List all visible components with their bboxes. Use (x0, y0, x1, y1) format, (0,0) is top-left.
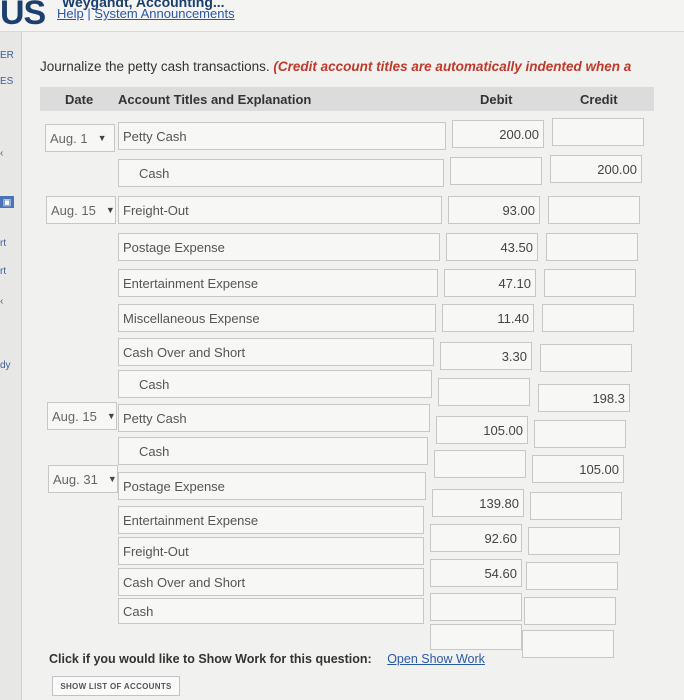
top-bar: US Weygandt, Accounting... Help | System… (0, 0, 684, 32)
account-input[interactable]: Cash Over and Short (118, 338, 434, 366)
credit-input[interactable] (528, 527, 620, 555)
debit-input[interactable]: 54.60 (430, 559, 522, 587)
help-link[interactable]: Help (57, 6, 84, 21)
date-select[interactable]: Aug. 1 ▼ (45, 124, 115, 152)
debit-input[interactable]: 93.00 (448, 196, 540, 224)
account-input[interactable]: Postage Expense (118, 472, 426, 500)
debit-input[interactable]: 47.10 (444, 269, 536, 297)
date-select[interactable]: Aug. 31 ▼ (48, 465, 118, 493)
date-value: Aug. 15 (51, 202, 96, 218)
debit-input[interactable] (438, 378, 530, 406)
credit-input[interactable] (546, 233, 638, 261)
instruction-text: Journalize the petty cash transactions. … (40, 59, 684, 74)
account-input[interactable]: Petty Cash (118, 404, 430, 432)
credit-input[interactable] (540, 344, 632, 372)
show-list-of-accounts-button[interactable]: SHOW LIST OF ACCOUNTS (52, 676, 180, 696)
debit-input[interactable]: 3.30 (440, 342, 532, 370)
debit-input[interactable]: 43.50 (446, 233, 538, 261)
account-input[interactable]: Freight-Out (118, 196, 442, 224)
account-input[interactable]: Entertainment Expense (118, 506, 424, 534)
dropdown-arrow-icon: ▼ (105, 205, 115, 215)
date-select[interactable]: Aug. 15 ▼ (47, 402, 117, 430)
sidebar-badge-icon[interactable]: ▣ (0, 196, 14, 208)
debit-input[interactable] (434, 450, 526, 478)
account-input[interactable]: Cash Over and Short (118, 568, 424, 596)
debit-input[interactable]: 11.40 (442, 304, 534, 332)
debit-input[interactable]: 139.80 (432, 489, 524, 517)
account-input[interactable]: Cash (118, 159, 444, 187)
account-input[interactable]: Cash (118, 370, 432, 398)
dropdown-arrow-icon: ▼ (106, 411, 116, 421)
sidebar-item-2[interactable]: ES (0, 76, 13, 87)
date-column-header: Date (65, 92, 94, 107)
sidebar-marker-2[interactable]: ‹ (0, 296, 3, 307)
sidebar-item-1[interactable]: ER (0, 50, 14, 61)
debit-input[interactable]: 200.00 (452, 120, 544, 148)
show-work-prompt: Click if you would like to Show Work for… (49, 652, 372, 666)
credit-input[interactable] (548, 196, 640, 224)
date-value: Aug. 15 (52, 408, 97, 424)
open-show-work-link[interactable]: Open Show Work (387, 652, 485, 666)
debit-input[interactable]: 92.60 (430, 524, 522, 552)
account-input[interactable]: Postage Expense (118, 233, 440, 261)
sidebar-item-4[interactable]: rt (0, 266, 6, 277)
system-announcements-link[interactable]: System Announcements (94, 6, 234, 21)
account-input[interactable]: Petty Cash (118, 122, 446, 150)
credit-input[interactable] (534, 420, 626, 448)
credit-input[interactable] (552, 118, 644, 146)
credit-input[interactable] (526, 562, 618, 590)
dropdown-arrow-icon: ▼ (97, 133, 107, 143)
credit-input[interactable] (542, 304, 634, 332)
dropdown-arrow-icon: ▼ (107, 474, 117, 484)
debit-input[interactable] (430, 624, 522, 650)
account-input[interactable]: Freight-Out (118, 537, 424, 565)
left-sidebar: ER ES ‹ ▣ rt rt ‹ dy (0, 32, 22, 700)
credit-input[interactable] (530, 492, 622, 520)
show-work-row: Click if you would like to Show Work for… (49, 652, 485, 666)
account-input[interactable]: Cash (118, 437, 428, 465)
instruction-emphasis: (Credit account titles are automatically… (273, 59, 632, 74)
credit-input[interactable] (544, 269, 636, 297)
credit-input[interactable] (524, 597, 616, 625)
link-separator: | (87, 6, 91, 21)
credit-column-header: Credit (580, 92, 618, 107)
sidebar-item-3[interactable]: rt (0, 238, 6, 249)
date-value: Aug. 31 (53, 471, 98, 487)
brand-logo: US (0, 0, 46, 32)
date-select[interactable]: Aug. 15 ▼ (46, 196, 116, 224)
account-input[interactable]: Entertainment Expense (118, 269, 438, 297)
debit-input[interactable]: 105.00 (436, 416, 528, 444)
journal-table-header: Date Account Titles and Explanation Debi… (40, 87, 654, 111)
account-input[interactable]: Cash (118, 598, 424, 624)
debit-column-header: Debit (480, 92, 513, 107)
credit-input[interactable]: 200.00 (550, 155, 642, 183)
debit-input[interactable] (450, 157, 542, 185)
account-column-header: Account Titles and Explanation (118, 92, 312, 107)
help-links: Help | System Announcements (57, 6, 235, 21)
instruction-main: Journalize the petty cash transactions. (40, 59, 274, 74)
sidebar-item-5[interactable]: dy (0, 360, 11, 371)
date-value: Aug. 1 (50, 130, 88, 146)
credit-input[interactable] (522, 630, 614, 658)
credit-input[interactable]: 198.3 (538, 384, 630, 412)
account-input[interactable]: Miscellaneous Expense (118, 304, 436, 332)
sidebar-marker[interactable]: ‹ (0, 148, 3, 159)
credit-input[interactable]: 105.00 (532, 455, 624, 483)
debit-input[interactable] (430, 593, 522, 621)
